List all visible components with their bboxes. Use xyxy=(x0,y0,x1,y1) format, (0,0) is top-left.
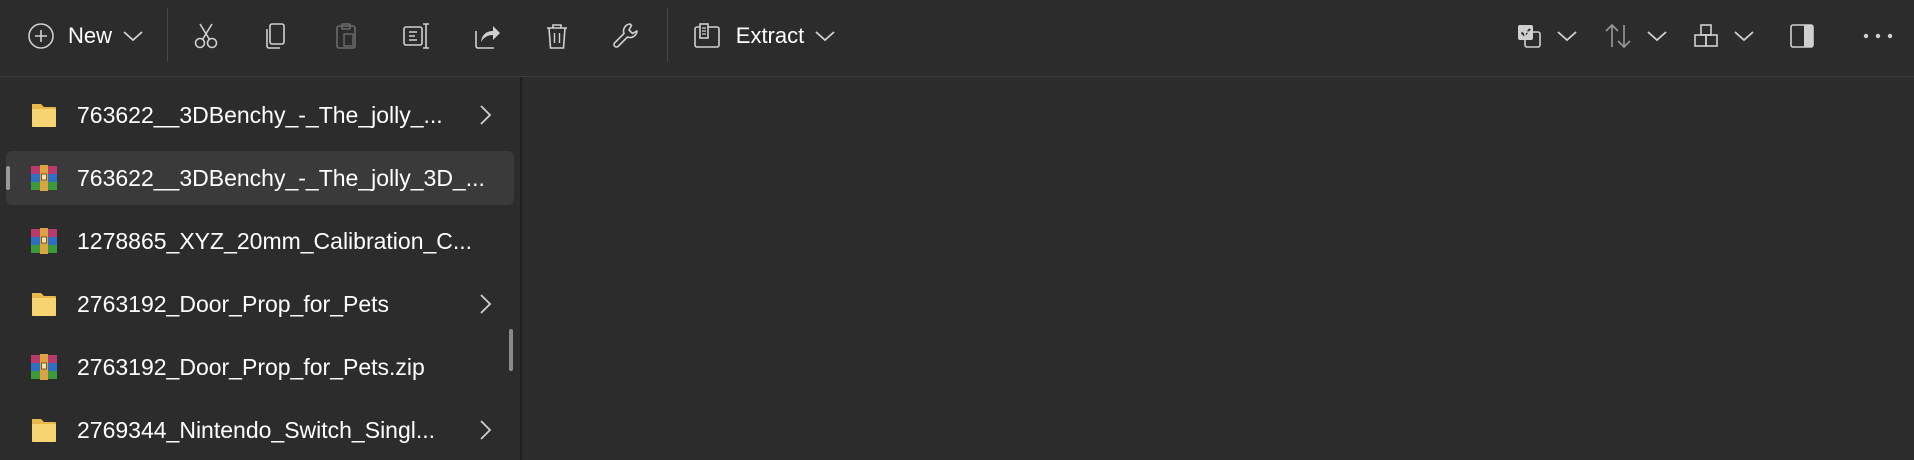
paste-button[interactable] xyxy=(324,14,368,58)
extract-icon xyxy=(693,23,720,48)
chevron-right-icon[interactable] xyxy=(472,102,498,128)
cut-button[interactable] xyxy=(184,14,228,58)
sort-icon xyxy=(1605,23,1631,49)
chevron-down-icon xyxy=(815,31,835,42)
folder-icon xyxy=(32,104,56,127)
winrar-archive-icon xyxy=(31,228,57,254)
copy-button[interactable] xyxy=(254,14,298,58)
nav-item-label: 2763192_Door_Prop_for_Pets.zip xyxy=(77,354,425,380)
toolbar-divider xyxy=(167,8,168,62)
cut-icon xyxy=(194,23,218,49)
folder-icon xyxy=(32,293,56,316)
delete-button[interactable] xyxy=(535,14,579,58)
chevron-down-icon xyxy=(1734,31,1754,42)
nav-item-archive[interactable]: 2763192_Door_Prop_for_Pets.zip xyxy=(6,340,514,394)
nav-item-label: 763622__3DBenchy_-_The_jolly_3D_... xyxy=(77,165,485,191)
view-layout-icon xyxy=(1694,24,1718,47)
chevron-right-icon[interactable] xyxy=(472,417,498,443)
command-bar: New Extract xyxy=(0,0,1914,77)
more-options-button[interactable] xyxy=(1856,14,1900,58)
select-icon xyxy=(1518,25,1541,48)
nav-item-folder[interactable]: 2763192_Door_Prop_for_Pets xyxy=(6,277,514,331)
paste-icon xyxy=(336,23,356,49)
toolbar-divider xyxy=(667,8,668,62)
delete-icon xyxy=(547,24,567,49)
chevron-down-icon xyxy=(1647,31,1667,42)
extract-button-label: Extract xyxy=(735,23,805,48)
view-layout-button[interactable] xyxy=(1688,14,1758,58)
nav-scrollbar-thumb[interactable] xyxy=(509,329,513,371)
share-button[interactable] xyxy=(465,14,509,58)
details-pane-icon xyxy=(1790,24,1814,48)
share-icon xyxy=(475,26,500,49)
more-options-icon xyxy=(1863,33,1893,39)
details-pane-button[interactable] xyxy=(1780,14,1824,58)
rename-icon xyxy=(403,23,429,49)
file-list-area[interactable] xyxy=(522,77,1914,460)
chevron-down-icon xyxy=(123,31,143,42)
nav-item-archive[interactable]: 1278865_XYZ_20mm_Calibration_C... xyxy=(6,214,514,268)
navigation-pane: 763622__3DBenchy_-_The_jolly_... 763622_… xyxy=(0,77,520,460)
add-circle-icon xyxy=(28,23,54,49)
extract-button[interactable]: Extract xyxy=(684,14,844,58)
chevron-right-icon[interactable] xyxy=(472,291,498,317)
rename-button[interactable] xyxy=(395,14,439,58)
new-button-label: New xyxy=(67,23,112,48)
nav-item-label: 763622__3DBenchy_-_The_jolly_... xyxy=(77,102,443,128)
nav-item-archive[interactable]: 763622__3DBenchy_-_The_jolly_3D_... xyxy=(6,151,514,205)
select-button[interactable] xyxy=(1512,14,1580,58)
nav-item-label: 1278865_XYZ_20mm_Calibration_C... xyxy=(77,228,473,254)
nav-item-folder[interactable]: 763622__3DBenchy_-_The_jolly_... xyxy=(6,88,514,142)
winrar-archive-icon xyxy=(31,165,57,191)
nav-item-folder[interactable]: 2769344_Nintendo_Switch_Singl... xyxy=(6,403,514,457)
folder-icon xyxy=(32,419,56,442)
selection-indicator xyxy=(6,166,10,190)
chevron-down-icon xyxy=(1557,31,1577,42)
new-button[interactable]: New xyxy=(14,14,156,58)
copy-icon xyxy=(266,23,285,49)
properties-button[interactable] xyxy=(604,14,648,58)
sort-button[interactable] xyxy=(1600,14,1670,58)
nav-item-label: 2763192_Door_Prop_for_Pets xyxy=(77,291,390,317)
nav-item-label: 2769344_Nintendo_Switch_Singl... xyxy=(77,417,436,443)
winrar-archive-icon xyxy=(31,354,57,380)
wrench-icon xyxy=(613,23,638,48)
